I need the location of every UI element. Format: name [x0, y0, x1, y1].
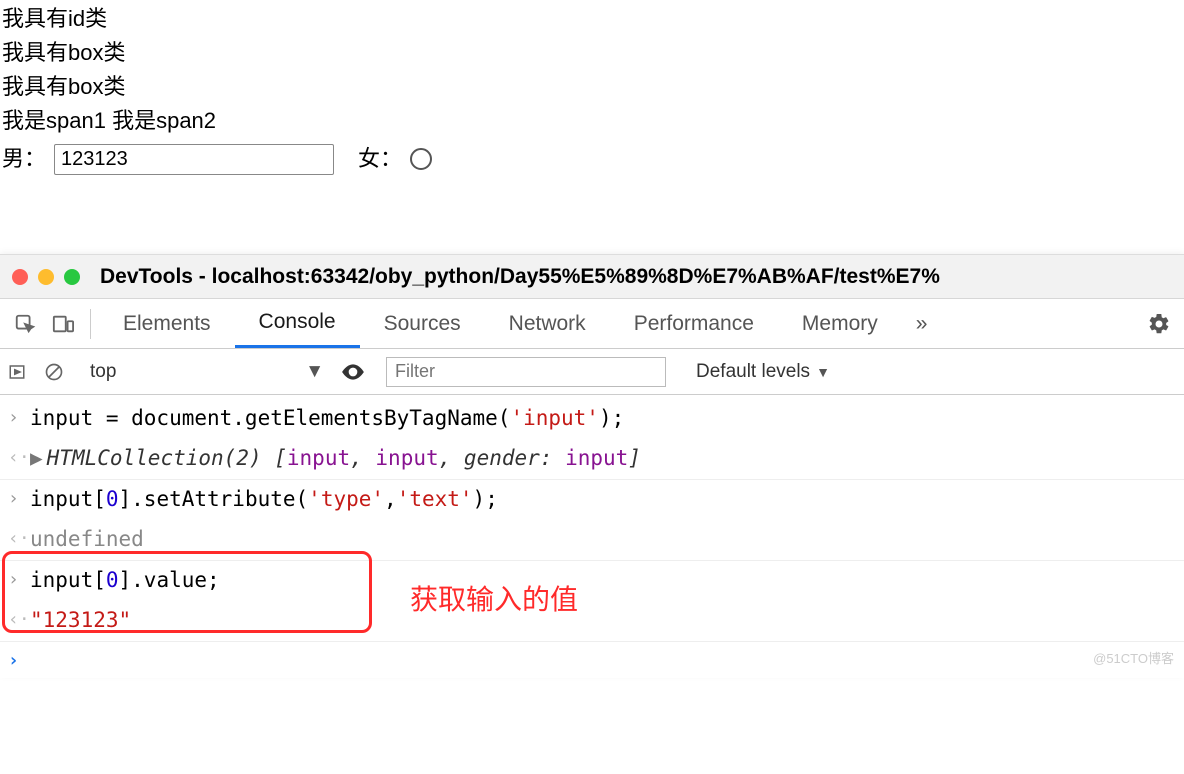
- gender-form-row: 男： 女：: [2, 142, 1182, 176]
- maximize-window-button[interactable]: [64, 269, 80, 285]
- male-input[interactable]: [54, 144, 334, 175]
- expand-triangle-icon[interactable]: ▶: [30, 446, 43, 470]
- tab-elements[interactable]: Elements: [99, 299, 235, 348]
- device-toolbar-icon[interactable]: [46, 307, 80, 341]
- tab-sources[interactable]: Sources: [360, 299, 485, 348]
- console-output-line: ‹· undefined: [0, 520, 1184, 561]
- console-output: › input = document.getElementsByTagName(…: [0, 395, 1184, 678]
- console-prompt[interactable]: ›: [0, 642, 1184, 678]
- close-window-button[interactable]: [12, 269, 28, 285]
- page-body: 我具有id类 我具有box类 我具有box类 我是span1 我是span2 男…: [0, 0, 1184, 176]
- settings-icon[interactable]: [1142, 307, 1176, 341]
- devtools-titlebar: DevTools - localhost:63342/oby_python/Da…: [0, 255, 1184, 299]
- divider: [90, 309, 91, 339]
- console-input-line[interactable]: › input[0].setAttribute('type','text');: [0, 480, 1184, 520]
- text-line-box-2: 我具有box类: [2, 70, 1182, 104]
- annotation-text: 获取输入的值: [410, 573, 578, 626]
- log-levels-selector[interactable]: Default levels ▼: [696, 361, 830, 383]
- span2: 我是span2: [112, 108, 216, 133]
- console-input-line[interactable]: › input[0].value;: [0, 561, 1184, 601]
- live-expression-icon[interactable]: [340, 359, 376, 385]
- console-output-line: ‹· "123123": [0, 601, 1184, 642]
- female-radio[interactable]: [410, 148, 432, 170]
- tab-network[interactable]: Network: [485, 299, 610, 348]
- context-selector[interactable]: top ▼: [80, 357, 330, 387]
- chevron-down-icon: ▼: [305, 361, 324, 383]
- console-toolbar: top ▼ Default levels ▼: [0, 349, 1184, 395]
- watermark: @51CTO博客: [1093, 647, 1174, 672]
- tab-memory[interactable]: Memory: [778, 299, 902, 348]
- text-line-box-1: 我具有box类: [2, 36, 1182, 70]
- span-row: 我是span1 我是span2: [2, 104, 1182, 138]
- devtools-tabs: Elements Console Sources Network Perform…: [0, 299, 1184, 349]
- console-output-line[interactable]: ‹· ▶HTMLCollection(2) [input, input, gen…: [0, 439, 1184, 480]
- chevron-down-icon: ▼: [816, 364, 830, 380]
- window-controls: [12, 269, 80, 285]
- minimize-window-button[interactable]: [38, 269, 54, 285]
- tab-more[interactable]: »: [902, 299, 942, 348]
- console-input-line[interactable]: › input = document.getElementsByTagName(…: [0, 399, 1184, 439]
- devtools-title: DevTools - localhost:63342/oby_python/Da…: [100, 265, 940, 289]
- male-label: 男：: [2, 142, 46, 176]
- clear-console-icon[interactable]: [44, 362, 70, 382]
- filter-input[interactable]: [386, 357, 666, 387]
- play-icon[interactable]: [8, 363, 34, 381]
- female-label: 女：: [358, 142, 402, 176]
- span1: 我是span1: [2, 108, 106, 133]
- tab-console[interactable]: Console: [235, 299, 360, 348]
- tab-performance[interactable]: Performance: [610, 299, 778, 348]
- text-line-id: 我具有id类: [2, 2, 1182, 36]
- inspect-element-icon[interactable]: [8, 307, 42, 341]
- devtools-window: DevTools - localhost:63342/oby_python/Da…: [0, 254, 1184, 678]
